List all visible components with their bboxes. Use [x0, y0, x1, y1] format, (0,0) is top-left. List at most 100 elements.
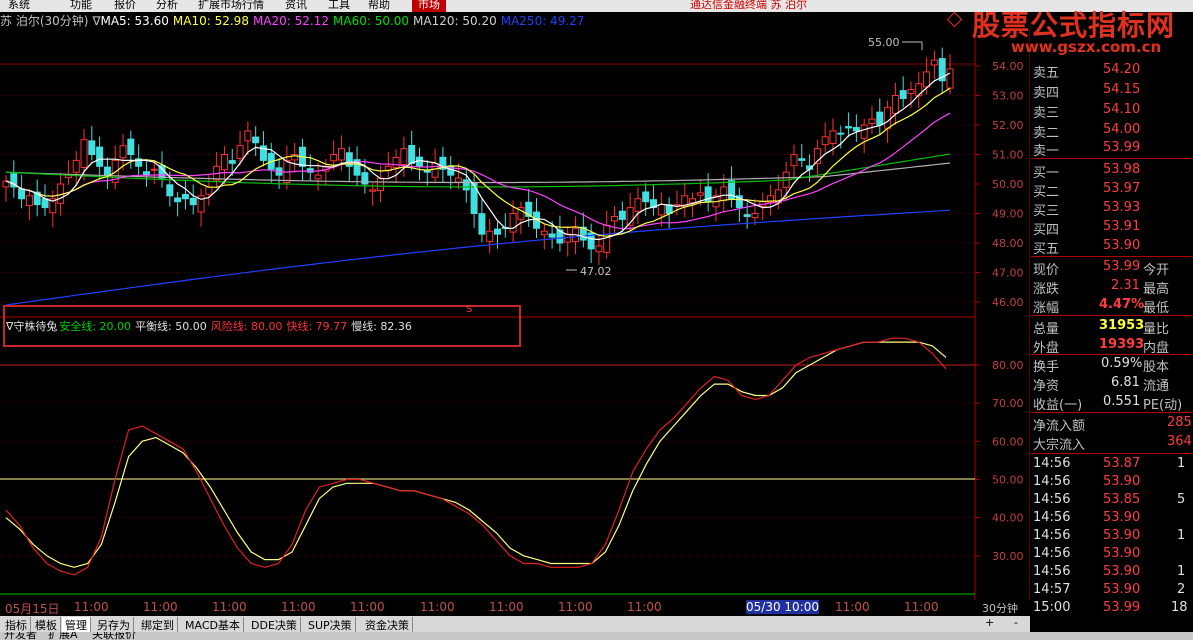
indicator-tick-label: 40.00 [992, 512, 1024, 525]
candle-body [930, 59, 938, 66]
price-tick-label: 49.00 [992, 208, 1024, 221]
slow-line [5, 341, 947, 568]
indicator-tick-label: 50.00 [992, 474, 1024, 487]
quote-panel: 卖五 54.20 卖四 54.15 卖三 54.10 卖二 54.00 卖一 5… [1031, 62, 1193, 618]
menu-item-analysis[interactable]: 分析 [156, 0, 178, 12]
tick-volume: 1 [1177, 564, 1186, 579]
stat-label: 总量 [1033, 322, 1060, 337]
tab-related-quote[interactable]: 关联报价 [92, 632, 136, 640]
add-tab-icon[interactable]: + [985, 616, 994, 629]
balance-line-value: 平衡线: 50.00 [135, 320, 207, 333]
risk-line-value: 风险线: 80.00 [210, 320, 283, 333]
candle-body [423, 170, 431, 173]
stat-label: 今开 [1143, 263, 1170, 278]
remove-tab-icon[interactable]: - [1014, 616, 1018, 629]
candle-body [899, 90, 907, 99]
candle-body [860, 124, 868, 139]
tab-indicator[interactable]: 指标 [2, 617, 31, 633]
tab-ext-a[interactable]: 扩展A [48, 632, 78, 640]
stat-value: 53.99 [1103, 259, 1141, 274]
menu-item-ext-market[interactable]: 扩展市场行情 [198, 0, 264, 12]
tab-template[interactable]: 模板 [32, 617, 61, 633]
candle-body [337, 148, 345, 161]
tab-save-as[interactable]: 另存为 [94, 617, 134, 633]
ma250-value: MA250: 49.27 [500, 14, 585, 28]
flow-label: 大宗流入 [1033, 438, 1086, 453]
ma120-value: MA120: 50.20 [413, 14, 497, 28]
time-label: 11:00 [212, 600, 247, 614]
candle-body [837, 132, 845, 135]
candle-body [431, 162, 439, 178]
price-tick-label: 54.00 [992, 60, 1024, 73]
ma-header: 苏 泊尔(30分钟) ∇MA5: 53.60 MA10: 52.98 MA20: 52… [0, 12, 970, 30]
tick-volume: 2 [1177, 582, 1186, 597]
candle-body [408, 144, 416, 164]
price-tick-label: 50.00 [992, 178, 1024, 191]
tab-developer[interactable]: 开发者 [4, 632, 37, 640]
tick-time: 15:00 [1033, 600, 1071, 615]
candle-body [205, 186, 213, 195]
candle-body [915, 83, 923, 97]
menu-item-market[interactable]: 市场 [412, 0, 446, 12]
tick-volume: 1 [1177, 456, 1186, 471]
candle-body [657, 204, 665, 216]
tick-price: 53.90 [1103, 510, 1141, 525]
divider [1031, 412, 1193, 413]
low-annotation: 47.02 [566, 265, 612, 278]
candle-body [751, 213, 759, 219]
candle-body [876, 111, 884, 126]
time-label: 11:00 [627, 600, 662, 614]
candle-body [88, 140, 96, 156]
ask-price: 54.15 [1103, 82, 1141, 97]
stat-value: 19393 [1099, 337, 1145, 352]
menu-item-help[interactable]: 帮助 [368, 0, 390, 12]
candle-body [642, 191, 650, 203]
candle-body [852, 127, 860, 132]
candle-body [80, 139, 88, 168]
divider [1031, 354, 1193, 355]
time-label: 11:00 [420, 600, 455, 614]
divider [1031, 158, 1193, 159]
ask-price: 54.20 [1103, 62, 1141, 77]
menu-item-function[interactable]: 功能 [70, 0, 92, 12]
tick-time: 14:56 [1033, 456, 1071, 471]
tab-sup[interactable]: SUP决策 [305, 617, 356, 633]
stat-label: 最低 [1143, 301, 1170, 316]
tab-manage[interactable]: 管理 [62, 617, 91, 633]
ask-price: 53.99 [1103, 140, 1141, 155]
candle-body [400, 148, 408, 165]
candle-body [696, 192, 704, 196]
indicator-tick-label: 70.00 [992, 397, 1024, 410]
menu-item-quote[interactable]: 报价 [114, 0, 136, 12]
tab-bind-to[interactable]: 绑定到 [138, 617, 178, 633]
indicator-name[interactable]: ∇守株待兔 [6, 320, 57, 333]
candle-body [509, 213, 517, 233]
tab-dde[interactable]: DDE决策 [248, 617, 301, 633]
stat-label: PE(动) [1143, 398, 1183, 413]
candle-body [103, 166, 111, 176]
time-label: 05月15日 [5, 602, 60, 616]
tick-time: 14:56 [1033, 546, 1071, 561]
menu-item-tools[interactable]: 工具 [328, 0, 350, 12]
period-tab[interactable]: 30分钟 [982, 600, 1018, 616]
safe-line-value: 安全线: 20.00 [59, 320, 132, 333]
tab-macd[interactable]: MACD基本 [182, 617, 244, 633]
divider [1031, 256, 1193, 257]
candle-body [884, 106, 892, 129]
indicator-tick-label: 60.00 [992, 435, 1024, 448]
candle-body [946, 68, 954, 89]
ask-label: 卖一 [1033, 144, 1060, 159]
time-label: 11:00 [558, 600, 593, 614]
bid-price: 53.98 [1103, 162, 1141, 177]
tick-volume: 1 [1177, 528, 1186, 543]
menu-item-system[interactable]: 系统 [8, 0, 30, 12]
flow-value: 364 [1167, 434, 1192, 449]
ma5-value: MA5: 53.60 [100, 14, 169, 28]
ma20-line [5, 112, 951, 230]
stat-value: 2.31 [1111, 278, 1140, 293]
candle-body [330, 154, 338, 162]
tick-price: 53.90 [1103, 564, 1141, 579]
tick-price: 53.90 [1103, 474, 1141, 489]
tab-fund[interactable]: 资金决策 [362, 617, 413, 633]
menu-item-news[interactable]: 资讯 [285, 0, 307, 12]
